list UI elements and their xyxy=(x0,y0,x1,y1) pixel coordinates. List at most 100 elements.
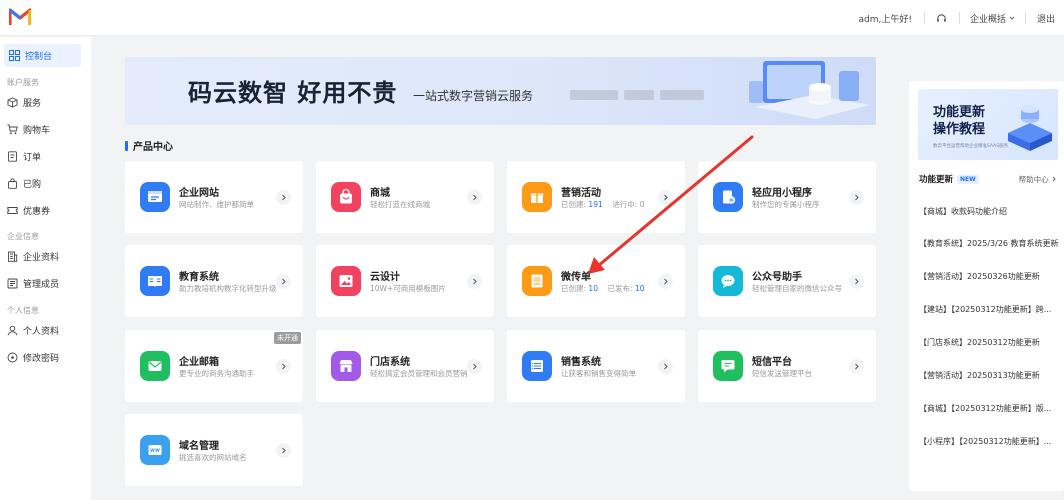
product-card-enterprise-website[interactable]: 企业网站 网站制作、维护都简单 xyxy=(125,161,303,233)
headset-icon[interactable] xyxy=(925,13,959,24)
card-desc: 助力教培机构数字化转型升级 xyxy=(179,284,277,293)
chevron-down-icon xyxy=(1009,16,1015,20)
sidebar-item-company-profile[interactable]: 企业资料 xyxy=(7,248,59,264)
sidebar-item-coupons[interactable]: 优惠券 xyxy=(7,202,50,218)
image-icon xyxy=(331,266,361,296)
card-desc: 网站制作、维护都简单 xyxy=(179,200,254,209)
product-card-store-system[interactable]: 门店系统 轻松搞定会员管理和会员营销 xyxy=(316,330,494,402)
card-title: 教育系统 xyxy=(179,272,219,283)
card-title: 企业邮箱 xyxy=(179,357,219,368)
sidebar-item-label: 已购 xyxy=(23,179,42,190)
chevron-right-icon[interactable] xyxy=(467,274,482,289)
update-item[interactable]: 【建站】【20250312功能更新】跨... xyxy=(919,304,1064,315)
card-desc: 让获客和销售变得简单 xyxy=(561,369,636,378)
update-item[interactable]: 【门店系统】20250312功能更新 xyxy=(919,337,1064,348)
sidebar-item-personal-profile[interactable]: 个人资料 xyxy=(7,322,59,338)
sidebar-item-service[interactable]: 服务 xyxy=(7,94,41,110)
logout-link[interactable]: 退出 xyxy=(1026,12,1064,25)
members-icon xyxy=(7,278,18,288)
card-title: 商城 xyxy=(370,188,390,199)
sidebar-item-console[interactable]: 控制台 xyxy=(4,44,81,67)
update-item[interactable]: 【商城】【20250312功能更新】版... xyxy=(919,403,1064,414)
card-title: 企业网站 xyxy=(179,188,219,199)
product-card-sms-platform[interactable]: 短信平台 短信发送管理平台 xyxy=(698,330,876,402)
3d-blocks-icon xyxy=(1008,105,1052,151)
chevron-right-icon[interactable] xyxy=(276,443,291,458)
card-title: 轻应用小程序 xyxy=(752,188,812,199)
chevron-right-icon[interactable] xyxy=(849,359,864,374)
sidebar: 控制台 账户服务 服务 购物车 订单 已购 优惠券 企业信息 企业资料 管理成员… xyxy=(0,37,91,500)
sidebar-item-label: 优惠券 xyxy=(23,206,51,217)
product-card-enterprise-mail[interactable]: 未开通 企业邮箱 更专业的商务沟通助手 xyxy=(125,330,303,402)
card-desc: 轻松管理自家的微信公众号 xyxy=(752,284,842,293)
card-title: 门店系统 xyxy=(370,357,410,368)
chevron-right-icon[interactable] xyxy=(658,274,673,289)
card-title: 域名管理 xyxy=(179,441,219,452)
enterprise-overview-menu[interactable]: 企业概括 xyxy=(960,12,1025,25)
bag-icon xyxy=(8,177,17,189)
new-badge: NEW xyxy=(957,174,979,184)
card-stats: 已创建: 10 已发布: 10 xyxy=(561,283,644,294)
card-title: 销售系统 xyxy=(561,357,601,368)
sidebar-item-label: 企业资料 xyxy=(23,252,60,263)
card-desc: 短信发送管理平台 xyxy=(752,369,812,378)
status-badge: 未开通 xyxy=(274,332,301,344)
update-item[interactable]: 【营销活动】20250326功能更新 xyxy=(919,271,1064,282)
user-icon xyxy=(7,325,18,335)
card-desc: 10W+可商用模板图片 xyxy=(370,284,446,293)
product-card-education-system[interactable]: 教育系统 助力教培机构数字化转型升级 xyxy=(125,245,303,317)
product-card-micro-flyer[interactable]: 微传单 已创建: 10 已发布: 10 xyxy=(507,245,685,317)
sidebar-item-change-password[interactable]: 修改密码 xyxy=(7,349,59,365)
chevron-right-icon[interactable] xyxy=(276,190,291,205)
promo-banner[interactable]: 码云数智 好用不贵 一站式数字营销云服务 xyxy=(125,57,876,125)
product-card-mini-program[interactable]: 轻应用小程序 制作您的专属小程序 xyxy=(698,161,876,233)
sidebar-item-manage-members[interactable]: 管理成员 xyxy=(7,275,59,291)
sidebar-item-label: 个人资料 xyxy=(23,326,60,337)
chevron-right-icon[interactable] xyxy=(467,190,482,205)
sidebar-group-personal: 个人信息 xyxy=(7,306,39,315)
gift-icon xyxy=(522,182,552,212)
box-icon xyxy=(7,97,18,107)
updates-panel: 功能更新 操作教程 数云平台运营帮助企业精准SAAS服务 功能更新 NEW 帮助… xyxy=(909,81,1064,491)
banner-title: 码云数智 好用不贵 xyxy=(188,79,398,107)
product-card-cloud-design[interactable]: 云设计 10W+可商用模板图片 xyxy=(316,245,494,317)
chevron-right-icon[interactable] xyxy=(276,274,291,289)
sidebar-item-orders[interactable]: 订单 xyxy=(7,148,41,164)
stat-value: 10 xyxy=(634,284,645,293)
sidebar-item-label: 服务 xyxy=(23,98,42,109)
product-card-domain-management[interactable]: 域名管理 挑选喜欢的网站域名 xyxy=(125,414,303,486)
stat-value: 10 xyxy=(588,284,598,293)
update-item[interactable]: 【商城】收款码功能介绍 xyxy=(919,206,1064,217)
stat-value: 0 xyxy=(639,200,645,209)
chevron-right-icon[interactable] xyxy=(276,359,291,374)
tutorial-banner[interactable]: 功能更新 操作教程 数云平台运营帮助企业精准SAAS服务 xyxy=(918,89,1058,160)
sidebar-item-label: 订单 xyxy=(23,152,42,163)
chevron-right-icon[interactable] xyxy=(658,359,673,374)
dashboard-icon xyxy=(9,50,20,61)
product-card-marketing-activity[interactable]: 营销活动 已创建: 191 进行中: 0 xyxy=(507,161,685,233)
card-desc: 更专业的商务沟通助手 xyxy=(179,369,254,378)
sidebar-item-purchased[interactable]: 已购 xyxy=(7,175,41,191)
update-item[interactable]: 【小程序】【20250312功能更新】... xyxy=(919,436,1064,447)
chevron-right-icon[interactable] xyxy=(849,190,864,205)
stat-value: 191 xyxy=(588,200,603,209)
chevron-right-icon[interactable] xyxy=(467,359,482,374)
update-item[interactable]: 【教育系统】2025/3/26 教育系统更新 xyxy=(919,238,1064,249)
card-desc: 挑选喜欢的网站域名 xyxy=(179,453,247,462)
card-title: 营销活动 xyxy=(561,188,601,199)
product-card-official-account-assistant[interactable]: 公众号助手 轻松管理自家的微信公众号 xyxy=(698,245,876,317)
help-center-link[interactable]: 帮助中心 xyxy=(1019,174,1057,185)
brand-logo-icon[interactable] xyxy=(9,8,31,26)
www-icon xyxy=(140,435,170,465)
update-item[interactable]: 【营销活动】20250313功能更新 xyxy=(919,370,1064,381)
banner-line2: 操作教程 xyxy=(933,122,986,137)
chevron-right-icon[interactable] xyxy=(658,190,673,205)
product-card-sales-system[interactable]: 销售系统 让获客和销售变得简单 xyxy=(507,330,685,402)
server-illustration-icon xyxy=(749,61,870,119)
chevron-right-icon xyxy=(1052,176,1056,181)
product-card-mall[interactable]: 商城 轻松打造在线商城 xyxy=(316,161,494,233)
sidebar-item-cart[interactable]: 购物车 xyxy=(7,121,50,137)
store-icon xyxy=(331,351,361,381)
chevron-right-icon[interactable] xyxy=(849,274,864,289)
section-marker xyxy=(125,140,128,151)
